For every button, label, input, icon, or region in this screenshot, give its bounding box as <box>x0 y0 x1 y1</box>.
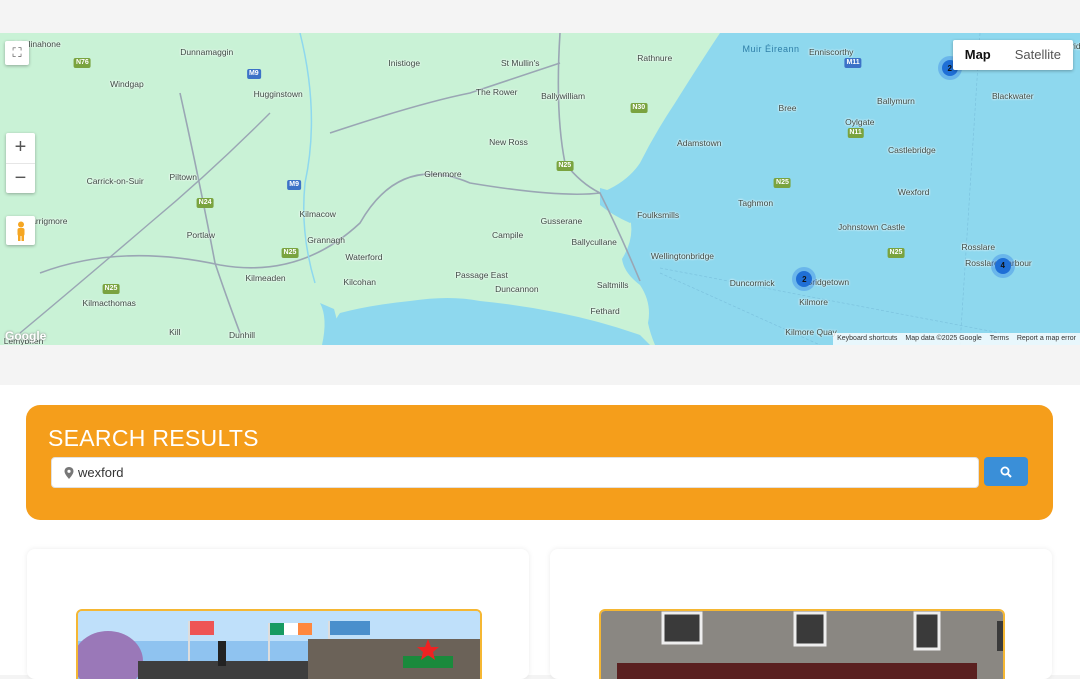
report-error-link[interactable]: Report a map error <box>1013 333 1080 345</box>
place-label: Duncannon <box>495 284 539 295</box>
cluster-count: 2 <box>796 271 813 288</box>
place-label: Rathnure <box>637 53 673 64</box>
place-label: Adamstown <box>677 137 722 148</box>
place-label: Ballycullane <box>571 237 617 248</box>
map[interactable]: Mullinahone Dunnamaggin Inistioge St Mullin… <box>0 33 1080 345</box>
place-label: Enniscorthy <box>809 47 854 58</box>
search-title: SEARCH RESULTS <box>48 425 259 451</box>
place-label: New Ross <box>489 136 528 147</box>
place-label: Foulksmills <box>637 210 680 221</box>
place-label: Ballymurn <box>877 96 915 107</box>
cluster-count: 4 <box>994 257 1011 274</box>
map-type-map-button[interactable]: Map <box>953 40 1003 70</box>
road-badge: N25 <box>556 161 574 172</box>
section-gap <box>0 345 1080 385</box>
street-view-pegman-icon[interactable] <box>6 216 35 245</box>
road-badge: N25 <box>774 178 791 189</box>
search-icon <box>1000 466 1012 478</box>
place-label: Duncormick <box>729 278 775 289</box>
place-label: Windgap <box>110 79 144 90</box>
sea <box>605 33 1080 345</box>
place-label: Fethard <box>590 306 620 317</box>
place-label: Gusserane <box>540 216 583 227</box>
map-type-control: Map Satellite <box>952 40 1073 70</box>
place-label: Blackwater <box>991 91 1034 102</box>
place-label: Kill <box>169 327 181 338</box>
road-n30 <box>329 62 561 134</box>
place-label: Bree <box>778 103 797 114</box>
place-label: Kilmacow <box>299 209 336 220</box>
place-label: Kilmacthomas <box>82 297 136 308</box>
place-label: Hugginstown <box>253 88 303 99</box>
place-label: Wellingtonbridge <box>650 250 715 261</box>
sea-label: Muir Éireann <box>742 44 800 54</box>
search-button[interactable] <box>984 457 1028 486</box>
place-label: Inistioge <box>388 58 421 69</box>
map-data-text: Map data ©2025 Google <box>905 335 982 342</box>
place-label: Wexford <box>897 186 930 197</box>
place-label: Rosslare <box>961 242 996 253</box>
fullscreen-icon: ⛶ <box>12 45 22 60</box>
result-card[interactable] <box>27 549 529 679</box>
place-label: Saltmills <box>596 280 629 291</box>
place-label: Kilmore Quay <box>785 327 837 338</box>
road-badge: N25 <box>102 284 120 295</box>
keyboard-shortcuts-link[interactable]: Keyboard shortcuts <box>833 333 901 345</box>
map-attribution: Keyboard shortcuts Map data ©2025 Google… <box>833 333 1080 345</box>
place-label: St Mullin's <box>501 58 540 69</box>
place-label: Dunnamaggin <box>180 47 234 58</box>
road-badge: M9 <box>246 69 261 80</box>
place-label: Ballywilliam <box>541 91 586 102</box>
place-label: Dunhill <box>229 329 256 340</box>
road-n25 <box>39 173 641 282</box>
result-image[interactable] <box>76 609 482 679</box>
map-type-satellite-button[interactable]: Satellite <box>1003 40 1073 70</box>
place-label: Waterford <box>345 252 383 263</box>
place-label: Carrick-on-Suir <box>86 176 144 187</box>
search-input[interactable]: wexford <box>51 457 979 488</box>
place-label: Piltown <box>169 172 197 183</box>
search-panel: SEARCH RESULTS wexford <box>26 405 1053 520</box>
place-label: Johnstown Castle <box>838 221 906 232</box>
result-image[interactable] <box>599 609 1005 679</box>
place-label: Passage East <box>455 270 508 280</box>
result-card[interactable] <box>550 549 1052 679</box>
place-label: Campile <box>492 229 524 240</box>
road-badge: N25 <box>887 248 905 259</box>
place-label: The Rower <box>475 87 518 98</box>
road-badge: M11 <box>844 57 862 68</box>
place-label: Portlaw <box>186 230 216 241</box>
place-label: Kilmore <box>799 296 828 307</box>
marker-cluster[interactable]: 2 <box>792 267 817 292</box>
top-strip <box>0 0 1080 33</box>
road-badge: N24 <box>196 198 214 209</box>
zoom-in-button[interactable]: + <box>6 133 35 163</box>
marker-cluster[interactable]: 4 <box>990 253 1015 278</box>
road-badge: N30 <box>630 103 648 114</box>
terms-link[interactable]: Terms <box>986 333 1013 345</box>
zoom-control: + − <box>6 133 35 193</box>
road-badge: N76 <box>73 57 91 68</box>
zoom-out-button[interactable]: − <box>6 162 35 194</box>
sea-south <box>330 298 650 345</box>
road-badge: N25 <box>281 248 299 259</box>
place-label: Glenmore <box>424 168 462 179</box>
place-label: Kilmeaden <box>245 273 286 284</box>
place-label: Oylgate <box>845 116 875 127</box>
place-label: Grannagh <box>307 234 345 245</box>
results-section: SEARCH RESULTS wexford <box>0 385 1080 679</box>
road-badge: M9 <box>287 179 302 190</box>
road-badge: N11 <box>847 127 864 138</box>
fullscreen-button[interactable]: ⛶ <box>5 41 29 65</box>
place-label: Kilcohan <box>343 276 377 287</box>
search-value: wexford <box>78 465 124 480</box>
river <box>299 33 316 284</box>
place-label: Castlebridge <box>888 145 936 156</box>
location-pin-icon <box>64 466 74 479</box>
place-label: Taghmon <box>738 198 774 209</box>
google-logo: Google <box>5 329 47 343</box>
road-m9 <box>179 92 241 334</box>
